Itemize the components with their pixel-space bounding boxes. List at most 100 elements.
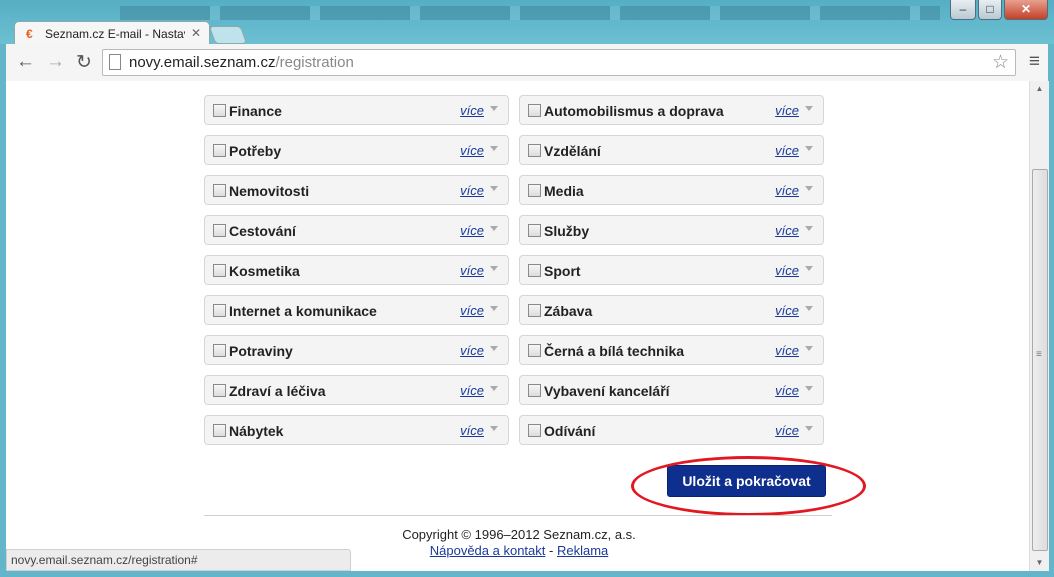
chevron-down-icon[interactable] [805, 346, 813, 351]
more-link[interactable]: více [775, 263, 799, 278]
category-checkbox[interactable] [213, 304, 226, 317]
category-checkbox[interactable] [213, 144, 226, 157]
more-link[interactable]: více [775, 423, 799, 438]
chevron-down-icon[interactable] [805, 426, 813, 431]
vertical-scrollbar[interactable]: ▲ ≡ ▼ [1029, 81, 1049, 571]
category-item[interactable]: Potřeby více [204, 135, 509, 165]
category-item[interactable]: Media více [519, 175, 824, 205]
chevron-down-icon[interactable] [490, 186, 498, 191]
category-checkbox[interactable] [213, 424, 226, 437]
category-label: Nábytek [229, 423, 284, 439]
category-checkbox[interactable] [528, 104, 541, 117]
chevron-down-icon[interactable] [805, 266, 813, 271]
more-link[interactable]: více [775, 103, 799, 118]
category-checkbox[interactable] [213, 264, 226, 277]
chevron-down-icon[interactable] [490, 146, 498, 151]
more-link[interactable]: více [460, 263, 484, 278]
category-checkbox[interactable] [213, 224, 226, 237]
more-link[interactable]: více [460, 103, 484, 118]
chevron-down-icon[interactable] [805, 106, 813, 111]
more-link[interactable]: více [775, 143, 799, 158]
more-link[interactable]: více [460, 303, 484, 318]
chevron-down-icon[interactable] [490, 346, 498, 351]
close-window-icon[interactable]: ✕ [1004, 0, 1048, 20]
category-item[interactable]: Vybavení kanceláří více [519, 375, 824, 405]
scroll-down-icon[interactable]: ▼ [1030, 555, 1049, 571]
chevron-down-icon[interactable] [805, 386, 813, 391]
address-bar[interactable]: novy.email.seznam.cz/registration ☆ [102, 49, 1016, 76]
category-item[interactable]: Černá a bílá technika více [519, 335, 824, 365]
category-item[interactable]: Služby více [519, 215, 824, 245]
chevron-down-icon[interactable] [490, 306, 498, 311]
seznam-favicon-icon: € [26, 27, 33, 41]
more-link[interactable]: více [460, 383, 484, 398]
category-checkbox[interactable] [528, 184, 541, 197]
forward-icon[interactable]: → [46, 51, 65, 73]
category-checkbox[interactable] [528, 384, 541, 397]
scroll-thumb[interactable]: ≡ [1032, 169, 1048, 551]
bookmark-star-icon[interactable]: ☆ [992, 51, 1009, 74]
category-label: Cestování [229, 223, 296, 239]
maximize-icon[interactable]: □ [978, 0, 1002, 20]
chevron-down-icon[interactable] [805, 306, 813, 311]
category-item[interactable]: Vzdělání více [519, 135, 824, 165]
browser-tab[interactable]: € Seznam.cz E-mail - Nastav ✕ [14, 21, 210, 46]
category-checkbox[interactable] [213, 104, 226, 117]
category-checkbox[interactable] [528, 264, 541, 277]
category-item[interactable]: Nemovitosti více [204, 175, 509, 205]
status-bar-url: novy.email.seznam.cz/registration# [6, 549, 351, 571]
new-tab-button[interactable] [208, 26, 248, 44]
category-checkbox[interactable] [528, 344, 541, 357]
close-tab-icon[interactable]: ✕ [191, 26, 201, 40]
help-contact-link[interactable]: Nápověda a kontakt [430, 543, 546, 558]
chevron-down-icon[interactable] [490, 226, 498, 231]
address-url[interactable]: novy.email.seznam.cz/registration [129, 54, 354, 71]
category-label: Finance [229, 103, 282, 119]
category-checkbox[interactable] [213, 344, 226, 357]
category-item[interactable]: Zábava více [519, 295, 824, 325]
category-checkbox[interactable] [528, 224, 541, 237]
more-link[interactable]: více [775, 383, 799, 398]
category-label: Internet a komunikace [229, 303, 377, 319]
chevron-down-icon[interactable] [490, 266, 498, 271]
more-link[interactable]: více [460, 183, 484, 198]
more-link[interactable]: více [775, 223, 799, 238]
category-item[interactable]: Zdraví a léčiva více [204, 375, 509, 405]
chevron-down-icon[interactable] [805, 146, 813, 151]
scroll-up-icon[interactable]: ▲ [1030, 81, 1049, 97]
more-link[interactable]: více [775, 343, 799, 358]
back-icon[interactable]: ← [16, 51, 35, 73]
category-item[interactable]: Internet a komunikace více [204, 295, 509, 325]
category-label: Zdraví a léčiva [229, 383, 326, 399]
chevron-down-icon[interactable] [805, 226, 813, 231]
chevron-down-icon[interactable] [490, 106, 498, 111]
category-item[interactable]: Odívání více [519, 415, 824, 445]
more-link[interactable]: více [460, 343, 484, 358]
category-checkbox[interactable] [213, 184, 226, 197]
category-item[interactable]: Cestování více [204, 215, 509, 245]
category-checkbox[interactable] [213, 384, 226, 397]
category-checkbox[interactable] [528, 304, 541, 317]
category-label: Vybavení kanceláří [544, 383, 670, 399]
menu-icon[interactable]: ≡ [1029, 51, 1040, 73]
category-item[interactable]: Sport více [519, 255, 824, 285]
more-link[interactable]: více [460, 223, 484, 238]
category-label: Potraviny [229, 343, 293, 359]
category-item[interactable]: Nábytek více [204, 415, 509, 445]
category-item[interactable]: Automobilismus a doprava více [519, 95, 824, 125]
ads-link[interactable]: Reklama [557, 543, 608, 558]
category-checkbox[interactable] [528, 144, 541, 157]
category-checkbox[interactable] [528, 424, 541, 437]
more-link[interactable]: více [460, 143, 484, 158]
more-link[interactable]: více [775, 183, 799, 198]
chevron-down-icon[interactable] [490, 426, 498, 431]
category-item[interactable]: Kosmetika více [204, 255, 509, 285]
category-item[interactable]: Potraviny více [204, 335, 509, 365]
chevron-down-icon[interactable] [490, 386, 498, 391]
reload-icon[interactable]: ↻ [76, 51, 92, 74]
category-item[interactable]: Finance více [204, 95, 509, 125]
more-link[interactable]: více [775, 303, 799, 318]
minimize-icon[interactable]: – [950, 0, 976, 20]
chevron-down-icon[interactable] [805, 186, 813, 191]
more-link[interactable]: více [460, 423, 484, 438]
